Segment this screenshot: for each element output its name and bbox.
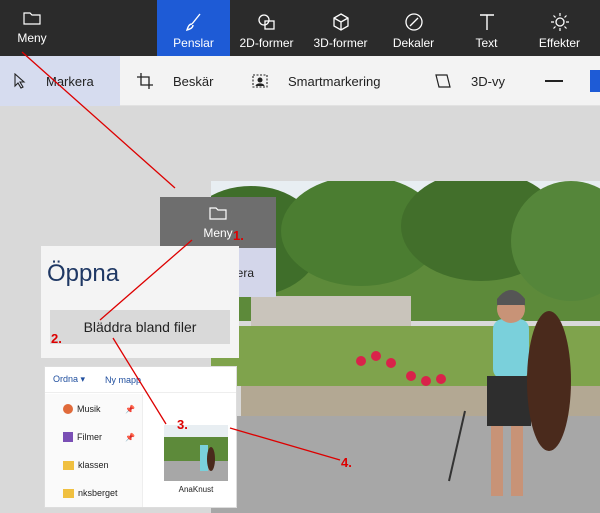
crop-label: Beskär: [173, 73, 214, 89]
folder-icon: [23, 12, 41, 25]
top-toolbar: Meny Penslar 2D-former 3D-former Dekaler…: [0, 0, 600, 56]
popup-menu-button[interactable]: Meny: [160, 197, 276, 248]
organize-button[interactable]: Ordna ▾: [53, 374, 85, 385]
pin-icon: 📌: [125, 432, 135, 442]
tool-effects[interactable]: Effekter: [523, 0, 596, 56]
folder-icon: [63, 460, 74, 470]
tool-label: 2D-former: [239, 36, 294, 50]
step-number-3: 3.: [177, 417, 188, 432]
tool-label: Effekter: [538, 36, 581, 50]
tool-label: 3D-former: [313, 36, 368, 50]
file-name: AnaKnust: [178, 485, 214, 494]
sub-toolbar: Markera Beskär Smartmarkering 3D-vy: [0, 56, 600, 106]
tool-brushes[interactable]: Penslar: [157, 0, 230, 56]
nav-item-folder[interactable]: klassen: [63, 460, 139, 470]
tool-label: Text: [475, 36, 498, 50]
select-button[interactable]: Markera: [0, 56, 120, 106]
tool-3d-shapes[interactable]: 3D-former: [304, 0, 377, 56]
crop-button[interactable]: Beskär: [137, 56, 213, 106]
cursor-icon: [14, 73, 26, 89]
view-3d-button[interactable]: 3D-vy: [435, 56, 505, 106]
tool-2d-shapes[interactable]: 2D-former: [230, 0, 303, 56]
menu-label: Meny: [17, 31, 47, 45]
tool-text[interactable]: Text: [450, 0, 523, 56]
video-icon: [63, 432, 73, 442]
tool-label: Penslar: [173, 36, 214, 50]
cube-3d-icon: [332, 13, 349, 31]
smart-select-icon: [252, 74, 268, 88]
tool-label: Dekaler: [392, 36, 435, 50]
explorer-toolbar: Ordna ▾ Ny mapp: [45, 367, 236, 393]
crop-icon: [137, 73, 153, 89]
step-number-2: 2.: [51, 331, 62, 346]
nav-item-folder[interactable]: nksberget: [63, 488, 139, 498]
menu-button[interactable]: Meny: [0, 0, 64, 56]
folder-icon: [63, 488, 74, 498]
view-3d-label: 3D-vy: [471, 73, 505, 89]
shapes-2d-icon: [257, 14, 275, 30]
sticker-icon: [404, 13, 423, 31]
music-icon: [63, 404, 73, 414]
select-label: Markera: [46, 73, 94, 89]
sun-effects-icon: [550, 13, 569, 31]
nav-item-music[interactable]: Musik 📌: [63, 404, 139, 414]
nav-item-videos[interactable]: Filmer 📌: [63, 432, 139, 442]
browse-files-button[interactable]: Bläddra bland filer: [50, 310, 230, 344]
accent-edge: [590, 70, 600, 92]
popup-menu-label: Meny: [203, 225, 233, 240]
new-folder-button[interactable]: Ny mapp: [105, 375, 141, 385]
step-number-4: 4.: [341, 455, 352, 470]
smart-select-button[interactable]: Smartmarkering: [252, 56, 380, 106]
folder-icon: [209, 206, 227, 220]
text-icon: [479, 14, 494, 30]
navigation-pane: Musik 📌 Filmer 📌 klassen nksberget: [45, 394, 143, 507]
step-number-1: 1.: [233, 228, 244, 243]
open-panel: Öppna Bläddra bland filer: [41, 246, 239, 358]
brush-icon: [185, 13, 201, 32]
pin-icon: 📌: [125, 404, 135, 414]
smart-select-label: Smartmarkering: [288, 73, 381, 89]
3d-view-icon: [435, 74, 451, 88]
zoom-out-icon[interactable]: [545, 80, 563, 82]
file-explorer: Ordna ▾ Ny mapp Musik 📌 Filmer 📌 klassen…: [44, 366, 237, 508]
open-title: Öppna: [47, 260, 120, 287]
file-thumbnail[interactable]: [164, 425, 228, 481]
tool-stickers[interactable]: Dekaler: [377, 0, 450, 56]
